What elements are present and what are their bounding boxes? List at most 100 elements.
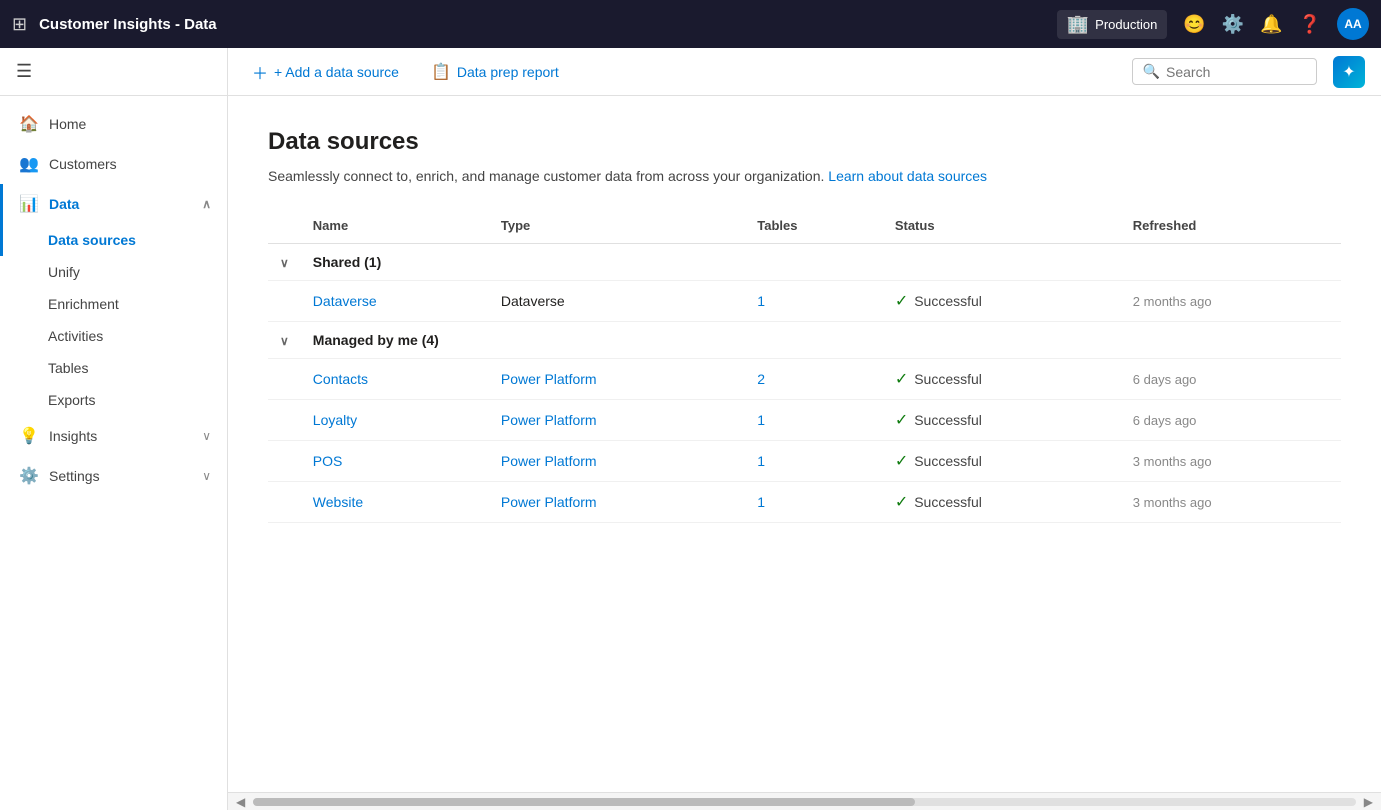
help-icon[interactable]: ❓ (1299, 14, 1321, 35)
settings-icon[interactable]: ⚙️ (1222, 14, 1244, 35)
add-data-source-label: + Add a data source (274, 64, 399, 80)
pos-status-label: Successful (914, 453, 982, 469)
sidebar-header: ☰ (0, 48, 227, 96)
face-icon[interactable]: 😊 (1183, 14, 1205, 35)
group-shared: ∨ Shared (1) (268, 244, 1341, 281)
report-icon: 📋 (431, 62, 451, 82)
sidebar-item-insights-label: Insights (49, 428, 192, 444)
chevron-down-icon: ∨ (280, 256, 289, 270)
search-box[interactable]: 🔍 (1132, 58, 1317, 85)
sidebar-item-customers[interactable]: 👥 Customers (0, 144, 227, 184)
env-label: Production (1095, 17, 1157, 32)
row-name-cell: Dataverse (301, 281, 489, 322)
scroll-right-arrow[interactable]: ▶ (1360, 795, 1377, 809)
environment-selector[interactable]: 🏢 Production (1057, 10, 1168, 39)
main-layout: ☰ 🏠 Home 👥 Customers 📊 Data ∧ Data sourc… (0, 48, 1381, 810)
insights-chevron-icon: ∨ (202, 429, 211, 443)
data-prep-report-label: Data prep report (457, 64, 559, 80)
managed-chevron[interactable]: ∨ (268, 322, 301, 359)
sidebar-item-insights[interactable]: 💡 Insights ∨ (0, 416, 227, 456)
sidebar-item-tables[interactable]: Tables (0, 352, 227, 384)
data-prep-report-button[interactable]: 📋 Data prep report (423, 58, 567, 86)
col-refreshed: Refreshed (1121, 208, 1341, 244)
row-status-cell: ✓ Successful (883, 281, 1121, 322)
home-icon: 🏠 (19, 114, 39, 134)
page-description: Seamlessly connect to, enrich, and manag… (268, 168, 1341, 184)
page-desc-text: Seamlessly connect to, enrich, and manag… (268, 168, 828, 184)
success-icon: ✓ (895, 492, 908, 512)
pos-status: ✓ Successful (895, 451, 1109, 471)
table-row: POS Power Platform 1 ✓ Successful (268, 441, 1341, 482)
website-status-label: Successful (914, 494, 982, 510)
table-row: Website Power Platform 1 ✓ Successful (268, 482, 1341, 523)
bottom-scrollbar: ◀ ▶ (228, 792, 1381, 810)
sidebar-item-home-label: Home (49, 116, 211, 132)
hamburger-button[interactable]: ☰ (16, 61, 32, 82)
sidebar-item-activities[interactable]: Activities (0, 320, 227, 352)
contacts-link[interactable]: Contacts (313, 371, 368, 387)
pos-tables-count[interactable]: 1 (757, 453, 765, 469)
table-row: Loyalty Power Platform 1 ✓ Successful (268, 400, 1341, 441)
website-link[interactable]: Website (313, 494, 363, 510)
sidebar: ☰ 🏠 Home 👥 Customers 📊 Data ∧ Data sourc… (0, 48, 228, 810)
env-icon: 🏢 (1067, 14, 1089, 35)
sidebar-item-settings[interactable]: ⚙️ Settings ∨ (0, 456, 227, 496)
sidebar-item-enrichment-label: Enrichment (48, 296, 119, 312)
contacts-type: Power Platform (501, 371, 597, 387)
sidebar-item-exports[interactable]: Exports (0, 384, 227, 416)
shared-chevron[interactable]: ∨ (268, 244, 301, 281)
learn-more-link[interactable]: Learn about data sources (828, 168, 987, 184)
website-refreshed: 3 months ago (1133, 495, 1212, 510)
col-tables: Tables (745, 208, 883, 244)
contacts-status-label: Successful (914, 371, 982, 387)
dataverse-link[interactable]: Dataverse (313, 293, 377, 309)
sidebar-item-tables-label: Tables (48, 360, 88, 376)
managed-group-label: Managed by me (4) (301, 322, 1341, 359)
success-icon: ✓ (895, 410, 908, 430)
dataverse-tables-count[interactable]: 1 (757, 293, 765, 309)
sidebar-item-data[interactable]: 📊 Data ∧ (0, 184, 227, 224)
add-data-source-button[interactable]: ＋ + Add a data source (244, 56, 407, 88)
copilot-icon[interactable]: ✦ (1333, 56, 1365, 88)
customers-icon: 👥 (19, 154, 39, 174)
sidebar-item-unify[interactable]: Unify (0, 256, 227, 288)
scroll-thumb[interactable] (253, 798, 915, 806)
sidebar-item-home[interactable]: 🏠 Home (0, 104, 227, 144)
sidebar-item-exports-label: Exports (48, 392, 95, 408)
contacts-tables-count[interactable]: 2 (757, 371, 765, 387)
success-icon: ✓ (895, 291, 908, 311)
search-input[interactable] (1166, 64, 1306, 80)
success-icon: ✓ (895, 451, 908, 471)
success-icon: ✓ (895, 369, 908, 389)
row-expand-cell (268, 281, 301, 322)
loyalty-tables-count[interactable]: 1 (757, 412, 765, 428)
data-sources-table: Name Type Tables Status Refreshed ∨ Shar… (268, 208, 1341, 523)
table-row: Dataverse Dataverse 1 ✓ Successful (268, 281, 1341, 322)
scroll-left-arrow[interactable]: ◀ (232, 795, 249, 809)
dataverse-status-label: Successful (914, 293, 982, 309)
grid-icon[interactable]: ⊞ (12, 14, 27, 35)
loyalty-link[interactable]: Loyalty (313, 412, 357, 428)
topbar-icons: 😊 ⚙️ 🔔 ❓ AA (1183, 8, 1369, 40)
sidebar-item-enrichment[interactable]: Enrichment (0, 288, 227, 320)
pos-refreshed: 3 months ago (1133, 454, 1212, 469)
pos-link[interactable]: POS (313, 453, 343, 469)
shared-group-label: Shared (1) (301, 244, 1341, 281)
bell-icon[interactable]: 🔔 (1260, 14, 1282, 35)
website-type: Power Platform (501, 494, 597, 510)
topbar: ⊞ Customer Insights - Data 🏢 Production … (0, 0, 1381, 48)
insights-icon: 💡 (19, 426, 39, 446)
scroll-track[interactable] (253, 798, 1356, 806)
data-icon: 📊 (19, 194, 39, 214)
website-tables-count[interactable]: 1 (757, 494, 765, 510)
loyalty-status: ✓ Successful (895, 410, 1109, 430)
pos-type: Power Platform (501, 453, 597, 469)
group-managed: ∨ Managed by me (4) (268, 322, 1341, 359)
avatar[interactable]: AA (1337, 8, 1369, 40)
row-refreshed-cell: 2 months ago (1121, 281, 1341, 322)
row-tables-cell: 1 (745, 281, 883, 322)
sidebar-item-data-sources[interactable]: Data sources (0, 224, 227, 256)
page-title: Data sources (268, 128, 1341, 156)
page-content: Data sources Seamlessly connect to, enri… (228, 96, 1381, 792)
plus-icon: ＋ (252, 60, 268, 84)
